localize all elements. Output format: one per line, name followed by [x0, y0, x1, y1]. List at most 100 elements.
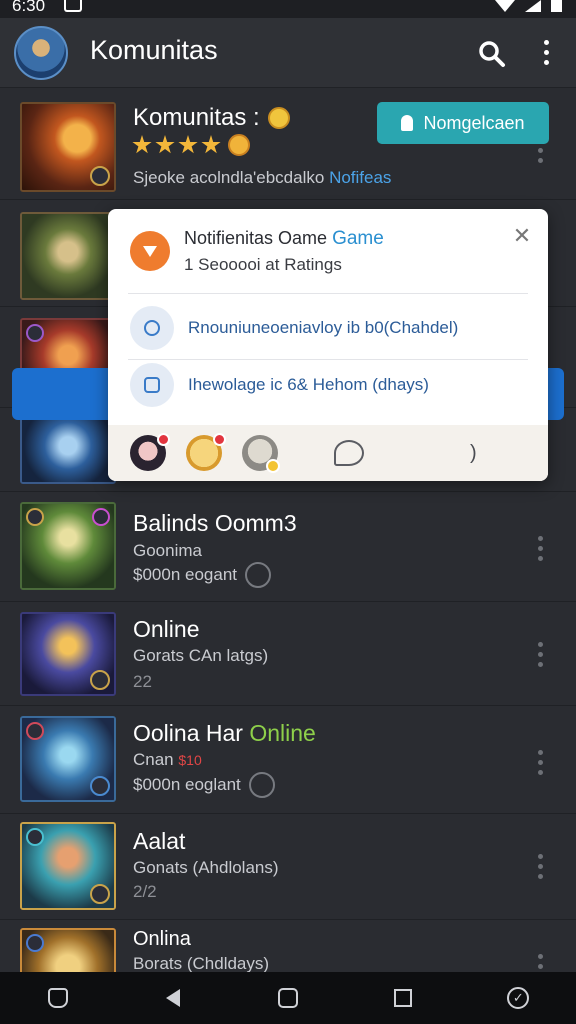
unread-dot-icon [213, 433, 226, 446]
class-badge-icon [26, 828, 44, 846]
row-more-icon[interactable] [532, 746, 548, 780]
row-title: Balinds Oomm3 [133, 510, 297, 536]
footer-end-mark: ) [470, 441, 477, 464]
rating-stars [132, 134, 250, 156]
row-meta: $000n eoglant [133, 772, 275, 798]
status-ring-icon [245, 562, 271, 588]
featured-thumbnail [20, 102, 116, 192]
popup-item[interactable]: Rnouniuneoeniavloy ib b0(Chahdel) [130, 306, 530, 350]
row-more-icon[interactable] [532, 638, 548, 672]
popup-title: Notifienitas Oame Game [184, 228, 384, 249]
unread-dot-icon [157, 433, 170, 446]
popup-footer: ) [108, 425, 548, 481]
rank-badge-icon [90, 670, 110, 690]
wifi-icon [495, 0, 515, 12]
join-button[interactable]: Nomgelcaen [377, 102, 549, 144]
featured-description: Sjeoke acolndla'ebcdalko Nofifeas [133, 168, 392, 187]
row-subtitle: Gorats CAn latgs) [133, 646, 269, 665]
star-icon [201, 135, 221, 154]
row-thumbnail [20, 612, 116, 696]
row-more-icon[interactable] [532, 144, 548, 178]
row-thumbnail [20, 502, 116, 590]
community-row[interactable]: Oolina Har Online Cnan $10 $000n eoglant [0, 708, 576, 814]
back-icon[interactable] [160, 985, 186, 1011]
notifications-link[interactable]: Nofifeas [329, 168, 391, 187]
rank-badge-icon [90, 166, 110, 186]
community-row[interactable]: Online Gorats CAn latgs) 22 [0, 604, 576, 706]
rank-badge-icon [90, 776, 110, 796]
divider [128, 359, 528, 360]
app-bar: Komunitas [0, 18, 576, 88]
system-nav-bar: ✓ [0, 972, 576, 1024]
row-meta: $000n eogant [133, 562, 271, 588]
row-more-icon[interactable] [532, 850, 548, 884]
row-thumbnail [20, 716, 116, 802]
class-badge-icon [26, 934, 44, 952]
bell-icon [401, 115, 414, 131]
row-title: Aalat [133, 828, 186, 854]
check-circle-icon[interactable]: ✓ [505, 985, 531, 1011]
row-subtitle: Goonima [133, 541, 202, 560]
community-row[interactable]: Balinds Oomm3 Goonima $000n eogant [0, 494, 576, 602]
rank-badge-icon [90, 884, 110, 904]
home-icon[interactable] [275, 985, 301, 1011]
side-panel-left [12, 368, 112, 420]
verified-badge-icon [267, 107, 290, 129]
chat-bubble-icon[interactable] [334, 440, 364, 466]
row-subtitle: Gonats (Ahdlolans) [133, 858, 279, 877]
popup-item[interactable]: Ihewolage ic 6& Hehom (dhays) [130, 363, 530, 407]
user-avatar[interactable] [242, 435, 280, 473]
featured-community-row[interactable]: Komunitas : Sjeoke acolndla'ebcdalko Nof… [0, 90, 576, 200]
battery-icon [551, 0, 562, 12]
row-title: Onlina [133, 928, 191, 950]
row-subtitle: Borats (Chdldays) [133, 954, 270, 973]
community-row[interactable]: Aalat Gonats (Ahdlolans) 2/2 [0, 816, 576, 920]
badge-icon [130, 363, 174, 407]
community-avatar[interactable] [14, 26, 68, 80]
row-title: Online [133, 616, 200, 642]
status-bar: 6:30 [0, 0, 576, 18]
signal-icon [525, 0, 541, 12]
pentagon-icon[interactable] [45, 985, 71, 1011]
class-badge-icon [92, 508, 110, 526]
row-meta: 22 [133, 672, 152, 691]
user-avatar[interactable] [130, 433, 170, 471]
featured-title: Komunitas : [133, 104, 290, 132]
search-icon[interactable] [476, 38, 508, 70]
join-button-label: Nomgelcaen [423, 112, 525, 133]
coin-icon [228, 134, 250, 156]
class-badge-icon [26, 324, 44, 342]
star-icon [132, 135, 152, 154]
row-thumbnail [20, 212, 116, 300]
level-badge-icon [266, 459, 280, 473]
row-meta: 2/2 [133, 882, 157, 901]
popup-item-text: Rnouniuneoeniavloy ib b0(Chahdel) [188, 318, 459, 337]
status-ring-icon [248, 772, 275, 798]
popup-item-text: Ihewolage ic 6& Hehom (dhays) [188, 375, 429, 394]
class-badge-icon [26, 722, 44, 740]
row-thumbnail [20, 928, 116, 978]
status-icons [495, 0, 562, 12]
status-time: 6:30 [12, 0, 46, 15]
user-avatar[interactable] [186, 433, 226, 471]
row-thumbnail [20, 414, 116, 484]
class-badge-icon [26, 508, 44, 526]
star-icon [155, 135, 175, 154]
star-icon [178, 135, 198, 154]
shield-icon [130, 306, 174, 350]
row-more-icon[interactable] [532, 532, 548, 566]
page-title: Komunitas [90, 35, 218, 65]
recents-icon[interactable] [390, 985, 416, 1011]
row-thumbnail [20, 822, 116, 910]
popup-subtitle: 1 Seooooi at Ratings [184, 255, 342, 274]
close-icon[interactable]: ✕ [510, 225, 534, 249]
app-root: 6:30 Komunitas Komunitas : Sjeoke acolnd… [0, 0, 576, 1024]
notification-popup: Notifienitas Oame Game 1 Seooooi at Rati… [108, 209, 548, 481]
online-status: Online [249, 720, 316, 746]
more-vert-icon[interactable] [532, 36, 560, 72]
game-notification-icon [130, 231, 170, 271]
row-subtitle: Cnan $10 [133, 750, 202, 769]
notification-icon [64, 0, 82, 12]
row-title: Oolina Har Online [133, 720, 316, 746]
divider [128, 293, 528, 294]
